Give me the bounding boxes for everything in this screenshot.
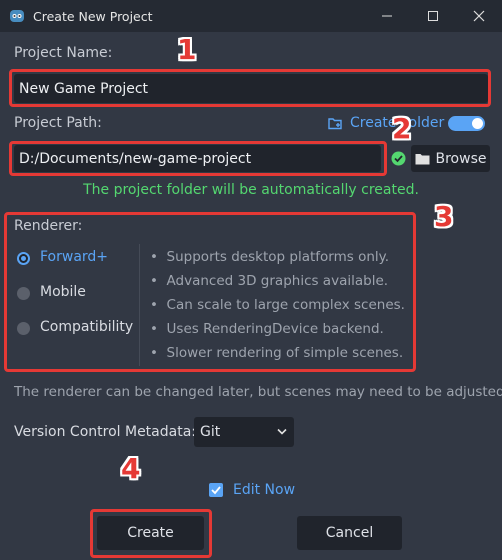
minimize-button[interactable] [364,0,410,32]
checkbox-checked-icon[interactable] [209,483,223,497]
forward-plus-label: Forward+ [40,249,109,265]
switch-knob [472,118,483,129]
mobile-label: Mobile [40,284,86,300]
feature-text: Slower rendering of simple scenes. [166,345,404,361]
renderer-option-forward-plus[interactable]: Forward+ [10,248,140,270]
annotation-number-2: 2 [392,112,412,145]
radio-forward-plus[interactable] [17,252,30,265]
create-folder-switch[interactable] [448,116,485,131]
radio-compatibility[interactable] [17,322,30,335]
compatibility-label: Compatibility [40,319,134,335]
feature-text: Uses RenderingDevice backend. [166,321,384,337]
maximize-icon [428,11,438,21]
feature-item: • Advanced 3D graphics available. [150,273,389,289]
feature-text: Can scale to large complex scenes. [166,297,405,313]
highlight-box-2 [9,141,387,176]
minimize-icon [382,15,392,17]
version-control-select[interactable]: Git [194,417,294,447]
edit-now-checkbox-row[interactable]: Edit Now [209,482,295,498]
renderer-divider [139,244,140,366]
window-title: Create New Project [33,8,153,24]
browse-label: Browse [435,150,487,167]
feature-item: • Supports desktop platforms only. [150,249,389,265]
close-button[interactable] [456,0,502,32]
annotation-number-3: 3 [434,200,454,233]
path-status-message: The project folder will be automatically… [83,182,419,198]
project-path-label: Project Path: [14,115,102,131]
create-project-dialog: Create New Project Project Name: New Gam… [0,0,502,560]
renderer-option-mobile[interactable]: Mobile [10,283,140,305]
feature-text: Supports desktop platforms only. [166,249,389,265]
maximize-button[interactable] [410,0,456,32]
version-control-value: Git [200,424,221,440]
annotation-number-1: 1 [177,33,197,66]
highlight-box-4 [90,509,212,558]
browse-button[interactable]: Browse [411,145,490,172]
feature-item: • Slower rendering of simple scenes. [150,345,404,361]
highlight-box-1 [9,69,491,107]
feature-item: • Can scale to large complex scenes. [150,297,405,313]
new-folder-icon [328,118,342,130]
edit-now-label: Edit Now [233,482,296,498]
check-icon [391,151,406,166]
folder-icon [415,154,429,165]
project-name-label: Project Name: [14,45,113,61]
feature-item: • Uses RenderingDevice backend. [150,321,384,337]
cancel-button[interactable]: Cancel [297,516,402,550]
annotation-number-4: 4 [121,452,141,485]
feature-text: Advanced 3D graphics available. [166,273,389,289]
radio-mobile[interactable] [17,287,30,300]
create-folder-toggle-label[interactable]: Create Folder [328,115,444,131]
renderer-option-compatibility[interactable]: Compatibility [10,318,140,340]
chevron-down-icon [277,428,287,435]
renderer-note: The renderer can be changed later, but s… [14,384,502,400]
godot-icon [10,10,24,22]
title-bar: Create New Project [0,0,502,32]
close-icon [473,10,485,22]
version-control-label: Version Control Metadata: [14,424,196,440]
